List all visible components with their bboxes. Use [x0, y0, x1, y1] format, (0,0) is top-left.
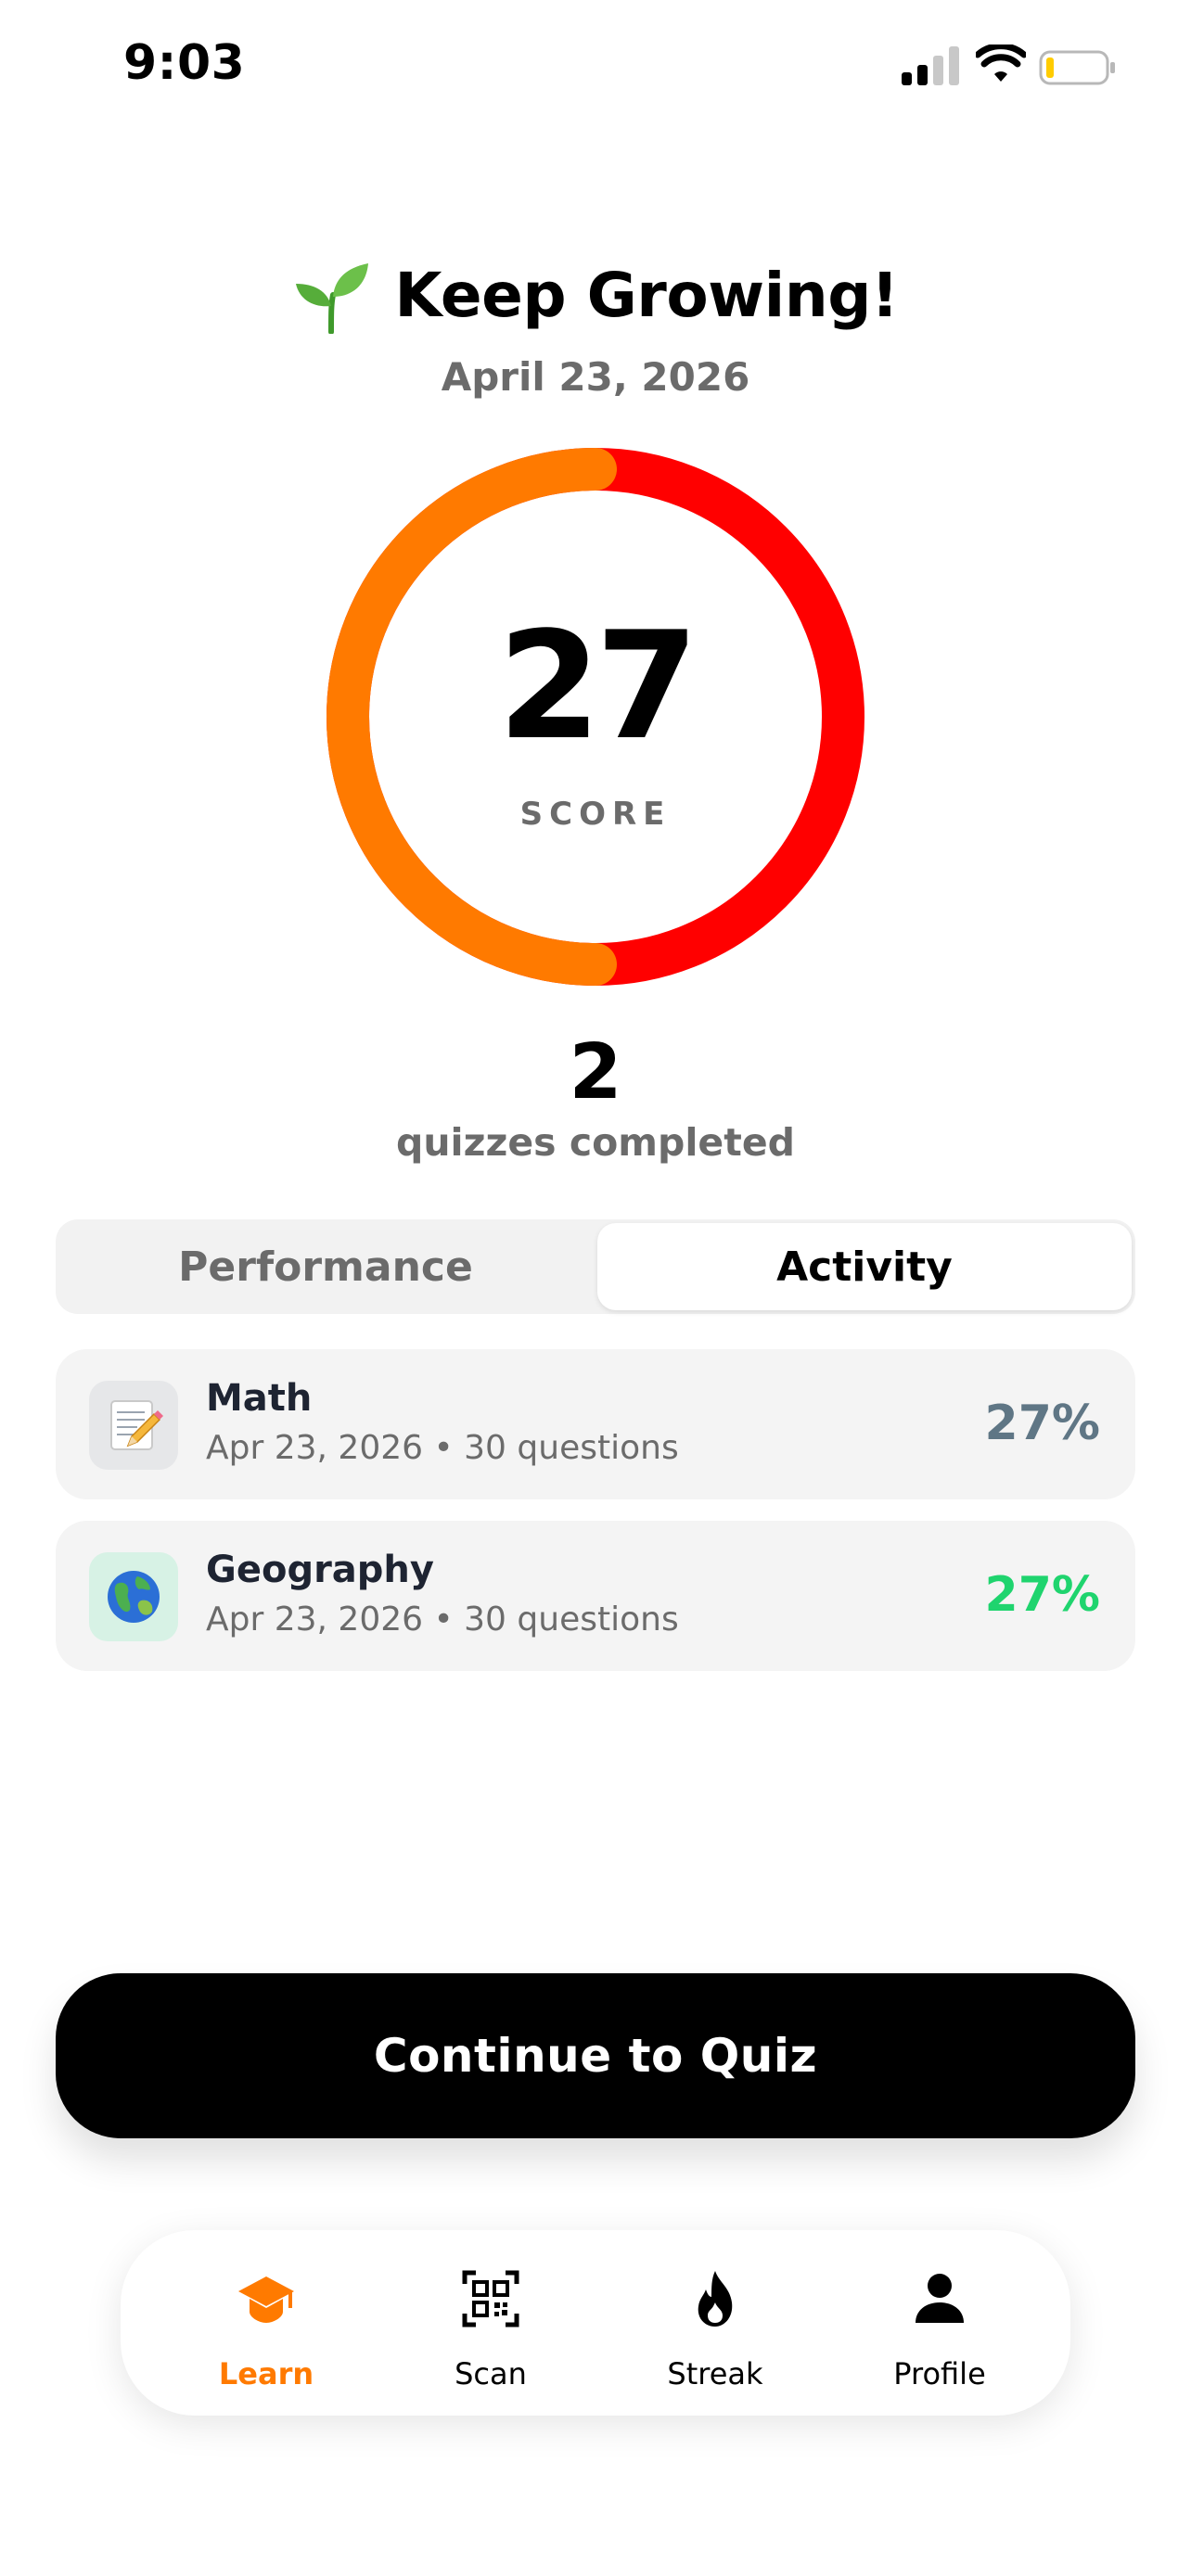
battery-icon	[1039, 50, 1115, 85]
score-label: SCORE	[519, 796, 672, 833]
header: Keep Growing!	[0, 249, 1191, 341]
bottom-tab-bar: Learn Scan Streak Profile	[121, 2230, 1070, 2416]
sprout-icon	[296, 263, 369, 334]
nav-profile[interactable]: Profile	[827, 2230, 1052, 2416]
nav-learn-label: Learn	[218, 2356, 314, 2391]
nav-scan-label: Scan	[455, 2356, 527, 2391]
tab-performance[interactable]: Performance	[56, 1219, 596, 1314]
nav-learn[interactable]: Learn	[154, 2230, 378, 2416]
page-title: Keep Growing!	[394, 259, 899, 331]
quiz-name: Geography	[206, 1549, 434, 1591]
list-item-math[interactable]: Math Apr 23, 2026 • 30 questions 27%	[56, 1349, 1135, 1499]
nav-profile-label: Profile	[893, 2356, 986, 2391]
globe-icon	[89, 1552, 178, 1641]
quiz-meta: Apr 23, 2026 • 30 questions	[206, 1600, 679, 1639]
date-label: April 23, 2026	[441, 354, 750, 400]
status-time: 9:03	[123, 35, 246, 91]
person-icon	[916, 2274, 964, 2323]
flame-icon	[698, 2271, 733, 2327]
continue-to-quiz-button[interactable]: Continue to Quiz	[56, 1973, 1135, 2138]
nav-streak-label: Streak	[667, 2356, 763, 2391]
wifi-icon	[976, 45, 1026, 82]
segmented-control: Performance Activity	[56, 1219, 1135, 1314]
qr-code-icon	[462, 2270, 519, 2327]
quizzes-completed-count: 2	[569, 1028, 622, 1116]
tab-activity[interactable]: Activity	[597, 1223, 1132, 1310]
quiz-meta: Apr 23, 2026 • 30 questions	[206, 1429, 679, 1467]
nav-streak[interactable]: Streak	[603, 2230, 827, 2416]
list-item-geography[interactable]: Geography Apr 23, 2026 • 30 questions 27…	[56, 1521, 1135, 1671]
quiz-name: Math	[206, 1377, 313, 1420]
quiz-percent: 27%	[984, 1396, 1100, 1451]
score-value: 27	[497, 599, 699, 772]
nav-scan[interactable]: Scan	[378, 2230, 603, 2416]
cellular-signal-icon	[902, 46, 959, 85]
graduation-cap-icon	[238, 2276, 294, 2323]
quizzes-completed-label: quizzes completed	[396, 1120, 795, 1165]
quiz-percent: 27%	[984, 1567, 1100, 1623]
memo-icon	[89, 1381, 178, 1470]
